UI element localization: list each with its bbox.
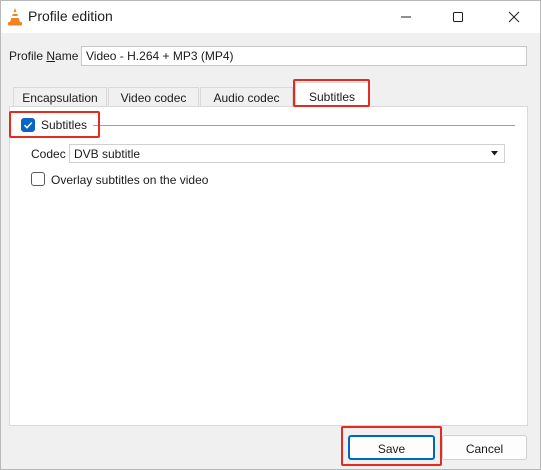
dropdown-arrow-icon xyxy=(491,151,498,156)
subtitles-checkbox-label[interactable]: Subtitles xyxy=(41,118,87,132)
profile-name-label-suffix: ame xyxy=(55,49,79,63)
tab-subtitles[interactable]: Subtitles xyxy=(295,82,369,107)
codec-selected-value: DVB subtitle xyxy=(74,147,141,161)
profile-name-input[interactable] xyxy=(81,46,527,66)
tab-audio-codec[interactable]: Audio codec xyxy=(200,87,293,106)
maximize-icon xyxy=(453,12,463,22)
close-button[interactable] xyxy=(491,1,537,33)
maximize-button[interactable] xyxy=(435,1,481,33)
window-title: Profile edition xyxy=(28,8,113,24)
profile-name-mnemonic: N xyxy=(46,49,56,63)
cancel-button[interactable]: Cancel xyxy=(442,435,527,460)
minimize-icon xyxy=(401,16,411,18)
overlay-subtitles-label[interactable]: Overlay subtitles on the video xyxy=(51,173,208,187)
group-divider xyxy=(93,125,515,126)
profile-name-label-prefix: Profile xyxy=(9,49,47,63)
profile-name-label: Profile Name xyxy=(9,49,78,63)
save-button[interactable]: Save xyxy=(348,435,435,460)
overlay-subtitles-checkbox[interactable] xyxy=(31,172,45,186)
tab-video-codec[interactable]: Video codec xyxy=(108,87,199,106)
checkmark-icon xyxy=(23,121,33,129)
subtitles-checkbox[interactable] xyxy=(21,118,35,132)
tab-encapsulation[interactable]: Encapsulation xyxy=(13,87,107,106)
vlc-cone-icon xyxy=(8,8,22,26)
codec-dropdown[interactable]: DVB subtitle xyxy=(69,144,505,163)
title-bar[interactable]: Profile edition xyxy=(1,1,540,33)
minimize-button[interactable] xyxy=(383,1,429,33)
profile-edition-window: Profile edition Profile Name Encapsulati… xyxy=(0,0,541,470)
close-icon xyxy=(508,11,520,23)
codec-label: Codec xyxy=(31,147,66,161)
